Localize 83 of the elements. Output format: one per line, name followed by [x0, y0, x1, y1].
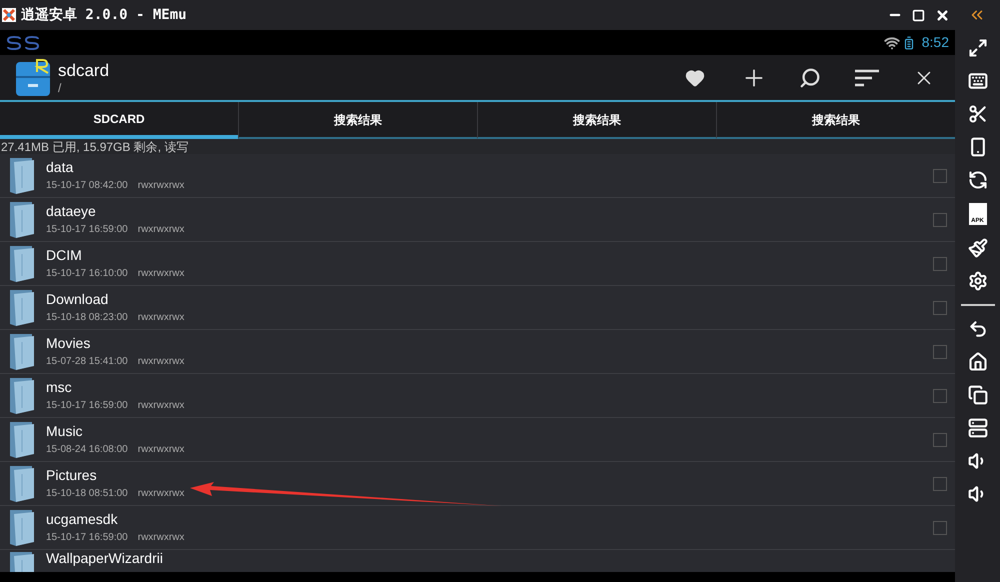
modified-date: 15-10-17 08:42:00	[46, 179, 128, 193]
folder-icon	[8, 288, 36, 328]
permissions: rwxrwxrwx	[138, 223, 184, 237]
folder-icon	[8, 508, 36, 548]
clock: 8:52	[922, 33, 949, 52]
permissions: rwxrwxrwx	[138, 267, 184, 281]
favorite-icon[interactable]	[685, 68, 705, 88]
app-logo-icon	[2, 8, 16, 22]
file-row[interactable]: Pictures 15-10-18 08:51:00 rwxrwxrwx	[0, 462, 955, 506]
checkbox[interactable]	[933, 520, 947, 534]
file-row[interactable]: Movies 15-07-28 15:41:00 rwxrwxrwx	[0, 330, 955, 374]
expand-icon[interactable]	[968, 38, 988, 58]
settings-icon[interactable]	[968, 271, 988, 291]
rotate-icon[interactable]	[968, 170, 988, 190]
folder-path: /	[58, 80, 62, 94]
checkbox[interactable]	[933, 256, 947, 270]
storage-info: 27.41MB 已用, 15.97GB 剩余, 读写	[0, 139, 190, 155]
scissors-icon[interactable]	[968, 104, 988, 124]
folder-icon	[8, 464, 36, 504]
folder-icon	[8, 332, 36, 372]
sort-icon[interactable]	[855, 68, 879, 86]
folder-icon	[8, 244, 36, 284]
file-row[interactable]: ucgamesdk 15-10-17 16:59:00 rwxrwxrwx	[0, 506, 955, 550]
windows-icon[interactable]	[968, 385, 988, 405]
menu-icon[interactable]	[968, 418, 988, 438]
folder-title: sdcard	[58, 60, 110, 80]
checkbox[interactable]	[933, 388, 947, 402]
checkbox[interactable]	[933, 212, 947, 226]
file-name: msc	[46, 378, 73, 396]
modified-date: 15-10-17 16:59:00	[46, 223, 128, 237]
modified-date: 15-10-17 16:59:00	[46, 531, 128, 545]
file-row[interactable]: WallpaperWizardrii	[0, 550, 955, 572]
folder-icon	[8, 156, 36, 196]
search-icon[interactable]	[799, 66, 821, 88]
checkbox[interactable]	[933, 432, 947, 446]
keyboard-icon[interactable]	[968, 71, 988, 91]
file-name: ucgamesdk	[46, 510, 119, 528]
notification-icon	[6, 36, 40, 50]
folder-icon	[8, 376, 36, 416]
file-name: data	[46, 158, 74, 176]
checkbox[interactable]	[933, 344, 947, 358]
file-row[interactable]: data 15-10-17 08:42:00 rwxrwxrwx	[0, 154, 955, 198]
app-icon	[15, 58, 51, 98]
file-row[interactable]: Music 15-08-24 16:08:00 rwxrwxrwx	[0, 418, 955, 462]
wifi-icon	[884, 34, 900, 50]
tab[interactable]: 搜索结果	[477, 102, 716, 139]
modified-date: 15-10-18 08:23:00	[46, 311, 128, 325]
modified-date: 15-10-18 08:51:00	[46, 487, 128, 501]
file-name: WallpaperWizardrii	[46, 550, 164, 566]
checkbox[interactable]	[933, 476, 947, 490]
file-name: Pictures	[46, 466, 98, 484]
permissions: rwxrwxrwx	[138, 487, 184, 501]
modified-date: 15-07-28 15:41:00	[46, 355, 128, 369]
permissions: rwxrwxrwx	[138, 355, 184, 369]
file-row[interactable]: msc 15-10-17 16:59:00 rwxrwxrwx	[0, 374, 955, 418]
folder-icon	[8, 200, 36, 240]
file-name: dataeye	[46, 202, 97, 220]
window-title: 逍遥安卓 2.0.0 - MEmu	[21, 6, 187, 24]
checkbox[interactable]	[933, 300, 947, 314]
tab[interactable]: 搜索结果	[238, 102, 477, 139]
permissions: rwxrwxrwx	[138, 443, 184, 457]
permissions: rwxrwxrwx	[138, 531, 184, 545]
file-row[interactable]: Download 15-10-18 08:23:00 rwxrwxrwx	[0, 286, 955, 330]
file-name: DCIM	[46, 246, 83, 264]
modified-date: 15-08-24 16:08:00	[46, 443, 128, 457]
permissions: rwxrwxrwx	[138, 311, 184, 325]
modified-date: 15-10-17 16:10:00	[46, 267, 128, 281]
brush-icon[interactable]	[968, 238, 988, 258]
file-row[interactable]: DCIM 15-10-17 16:10:00 rwxrwxrwx	[0, 242, 955, 286]
folder-icon	[8, 420, 36, 460]
modified-date: 15-10-17 16:59:00	[46, 399, 128, 413]
home-icon[interactable]	[968, 352, 988, 372]
file-name: Movies	[46, 334, 92, 352]
maximize-icon[interactable]	[912, 8, 925, 22]
checkbox[interactable]	[933, 168, 947, 182]
close-icon[interactable]	[935, 8, 950, 22]
tab[interactable]: SDCARD	[0, 102, 238, 139]
file-name: Download	[46, 290, 110, 308]
file-row[interactable]: dataeye 15-10-17 16:59:00 rwxrwxrwx	[0, 198, 955, 242]
back-icon[interactable]	[968, 319, 988, 339]
permissions: rwxrwxrwx	[138, 179, 184, 193]
file-name: Music	[46, 422, 84, 440]
permissions: rwxrwxrwx	[138, 399, 184, 413]
